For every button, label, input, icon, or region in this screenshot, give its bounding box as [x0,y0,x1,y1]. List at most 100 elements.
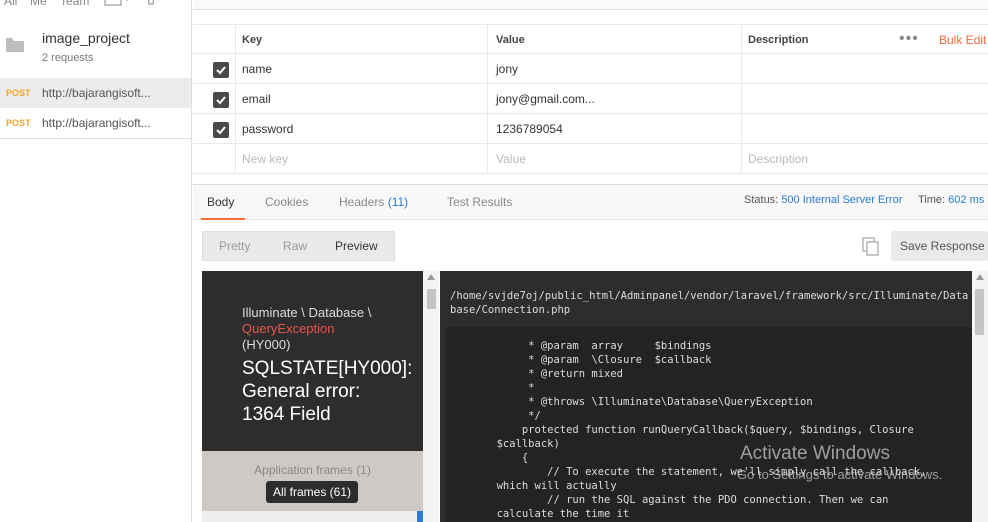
check-icon [216,96,226,105]
new-key-input[interactable]: New key [236,144,488,174]
key-header: Key [236,25,488,55]
collection-item[interactable]: image_project 2 requests [0,24,192,76]
time-value[interactable]: 602 ms [948,194,984,206]
row-checkbox[interactable] [213,62,229,78]
tab-cookies[interactable]: Cookies [265,195,308,209]
tab-headers[interactable]: Headers (11) [339,195,408,209]
file-path: /home/svjde7oj/public_html/Adminpanel/ve… [450,290,969,316]
headers-count: (11) [387,195,409,209]
request-method: POST [6,118,31,128]
status-readout: Status: 500 Internal Server Error [744,194,902,206]
frames-panel: Application frames (1) All frames (61) [202,451,423,511]
sidebar-filter-bar: All Me Team [0,0,191,12]
scrollbar-thumb[interactable] [427,289,436,309]
check-icon [216,66,226,75]
exception-type: QueryException [242,321,335,336]
request-url: http://bajarangisoft... [42,86,151,100]
check-icon [216,126,226,135]
new-description-input[interactable]: Description [742,144,988,174]
table-row: email jony@gmail.com... [193,84,988,114]
exception-panel: Illuminate \ Database \ QueryException (… [202,271,423,451]
more-options-icon[interactable]: ••• [899,25,919,55]
right-scrollbar[interactable] [972,271,988,522]
table-row: password 1236789054 [193,114,988,144]
tab-test-results[interactable]: Test Results [447,195,512,209]
scrollbar-thumb[interactable] [975,289,984,335]
filter-me[interactable]: Me [30,0,47,8]
sidebar-divider [0,138,191,139]
code-line: * @param array $bindings [446,340,712,352]
exception-namespace: Illuminate \ Database \ [242,305,372,320]
params-header-row: Key Value Description ••• Bulk Edit [193,24,988,55]
status-label: Status: [744,194,779,206]
time-label: Time: [918,194,946,206]
exception-message: SQLSTATE[HY000]: General error: 1364 Fie… [242,358,413,425]
save-response-button[interactable]: Save Response [891,231,988,261]
code-panel: /home/svjde7oj/public_html/Adminpanel/ve… [440,271,972,522]
value-field[interactable]: jony@gmail.com... [488,84,742,114]
sidebar: All Me Team image_project 2 requests POS… [0,0,192,522]
pretty-button[interactable]: Pretty [219,239,250,253]
code-line: { [446,452,529,464]
exception-code: (HY000) [242,337,291,352]
request-url: http://bajarangisoft... [42,116,151,130]
all-frames-button[interactable]: All frames (61) [266,481,358,503]
request-item[interactable]: POST http://bajarangisoft... [0,78,191,108]
folder-icon [6,38,24,52]
collection-count: 2 requests [42,52,94,64]
raw-button[interactable]: Raw [283,239,307,253]
table-row: name jony [193,54,988,84]
code-line: $callback) [446,438,560,450]
response-tabs: Body Cookies Headers (11) Test Results S… [193,184,988,220]
app-window: All Me Team image_project 2 requests POS… [0,0,988,522]
params-table: Key Value Description ••• Bulk Edit name… [193,24,988,174]
scroll-up-icon[interactable] [976,274,984,280]
collection-name: image_project [42,30,130,46]
description-field[interactable] [742,54,988,84]
frames-list [202,511,423,522]
code-line: protected function runQueryCallback($que… [446,424,914,436]
response-preview: Illuminate \ Database \ QueryException (… [202,271,988,522]
trash-icon[interactable] [146,0,156,6]
active-tab-indicator [201,218,245,220]
code-line: * [446,382,535,394]
filter-all[interactable]: All [4,0,17,8]
request-item[interactable]: POST http://bajarangisoft... [0,108,191,138]
row-checkbox[interactable] [213,122,229,138]
code-line: // run the SQL against the PDO connectio… [446,494,889,506]
code-snippet: * @param array $bindings * @param \Closu… [446,327,972,522]
description-field[interactable] [742,84,988,114]
top-strip [193,0,988,10]
left-scrollbar[interactable] [423,271,439,522]
new-value-input[interactable]: Value [488,144,742,174]
row-checkbox[interactable] [213,92,229,108]
tab-headers-label: Headers [339,195,385,209]
copy-icon[interactable] [861,236,881,256]
value-field[interactable]: 1236789054 [488,114,742,144]
application-frames-button[interactable]: Application frames (1) [202,463,423,477]
key-field[interactable]: name [236,54,488,84]
code-line: * @return mixed [446,368,624,380]
key-field[interactable]: password [236,114,488,144]
main-panel: Key Value Description ••• Bulk Edit name… [193,0,988,522]
time-readout: Time: 602 ms [918,194,984,206]
code-line: calculate the time it [446,508,630,520]
code-line: // To execute the statement, we'll simpl… [446,466,927,478]
preview-button[interactable]: Preview [335,239,378,253]
value-field[interactable]: jony [488,54,742,84]
code-line: * @param \Closure $callback [446,354,712,366]
scroll-up-icon[interactable] [427,274,435,280]
description-field[interactable] [742,114,988,144]
code-line: */ [446,410,541,422]
new-param-row: New key Value Description [193,144,988,174]
status-value[interactable]: 500 Internal Server Error [781,194,902,206]
code-line: * @throws \Illuminate\Database\QueryExce… [446,396,813,408]
new-collection-icon[interactable] [104,0,130,8]
value-header: Value [488,25,742,55]
key-field[interactable]: email [236,84,488,114]
tab-body[interactable]: Body [207,195,234,209]
request-method: POST [6,88,31,98]
code-line: which will actually [446,480,617,492]
filter-team[interactable]: Team [60,0,89,8]
bulk-edit-button[interactable]: Bulk Edit [939,25,986,55]
